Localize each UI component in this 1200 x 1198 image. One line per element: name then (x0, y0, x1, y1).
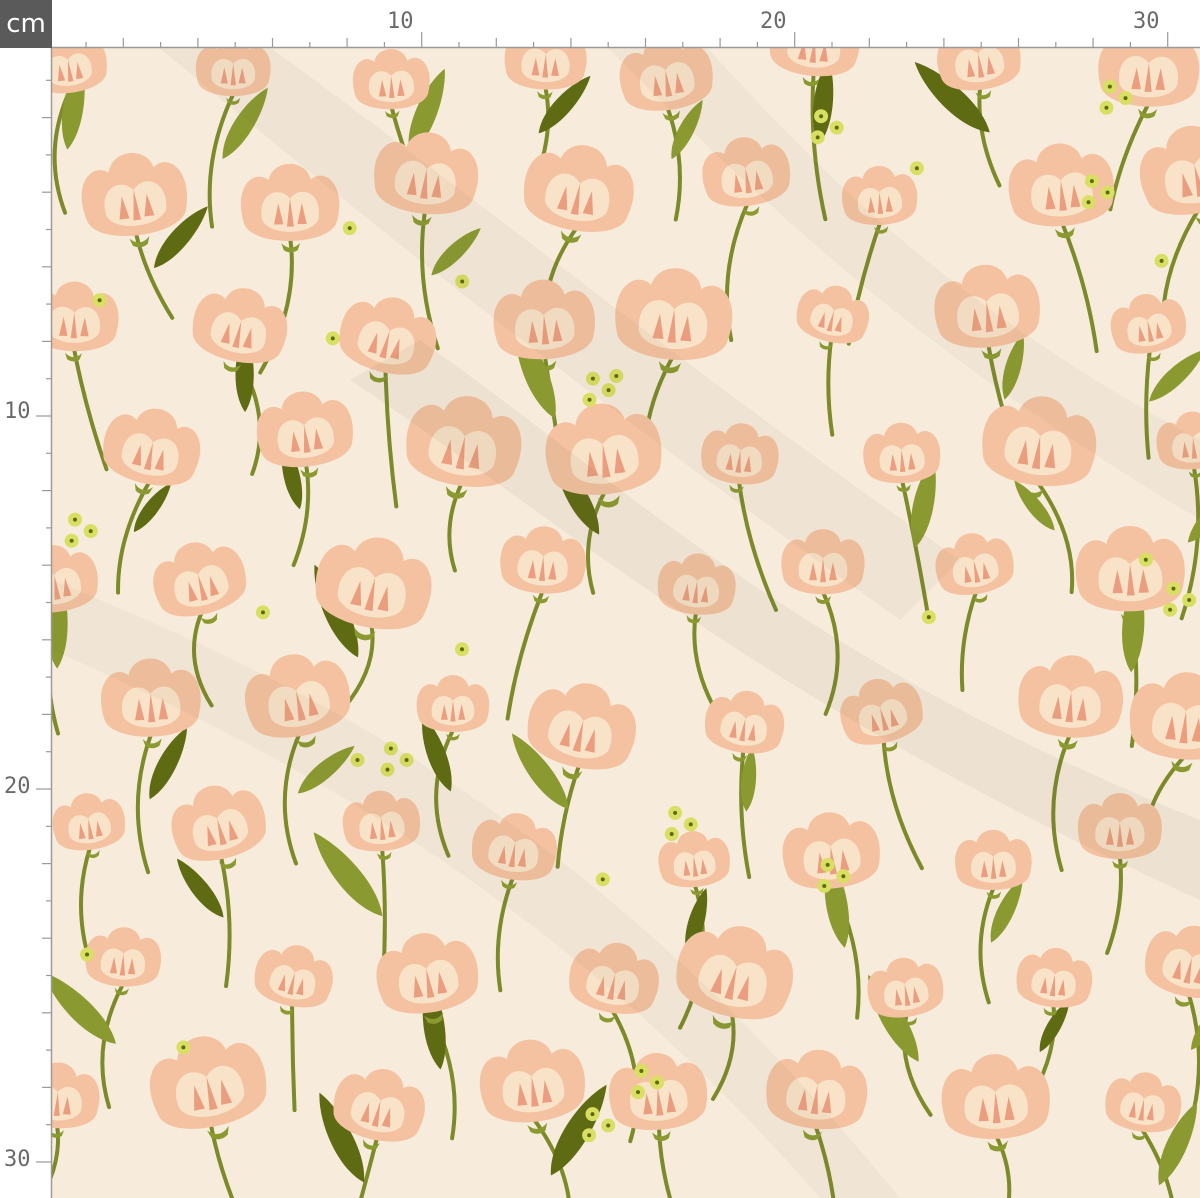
fabric-canvas: 10 20 30 10 20 30 (0, 0, 1200, 1198)
top-ruler-label-20: 20 (760, 9, 787, 34)
top-ruler-label-10: 10 (387, 9, 414, 34)
left-ruler-label-20: 20 (4, 774, 31, 799)
top-ruler-label-30: 30 (1133, 9, 1160, 34)
unit-label: cm (0, 0, 52, 48)
left-ruler (0, 48, 52, 1198)
top-ruler (52, 0, 1200, 48)
left-ruler-label-30: 30 (4, 1147, 31, 1172)
left-ruler-label-10: 10 (4, 399, 31, 424)
